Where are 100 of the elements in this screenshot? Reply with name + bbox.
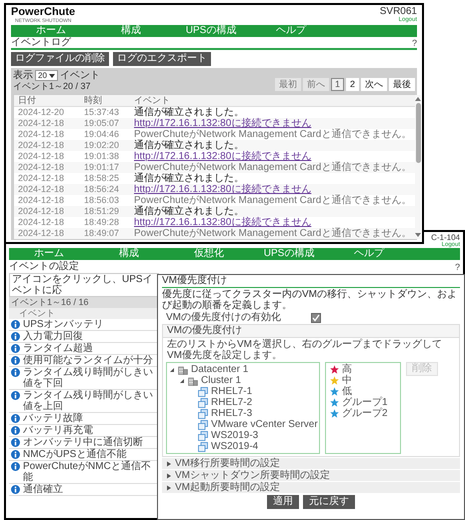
date-cell-text: 2024-12-18 xyxy=(17,217,66,228)
tree-item[interactable]: RHEL7-3 xyxy=(211,408,252,419)
caret-icon[interactable] xyxy=(166,484,172,490)
nav-item[interactable]: ホーム xyxy=(11,25,91,37)
event-label: ランタイム超過 xyxy=(23,343,93,354)
caret-icon[interactable] xyxy=(179,378,185,384)
scroll-up-icon[interactable] xyxy=(415,97,422,101)
time-cell-text: 19:02:20 xyxy=(83,140,120,151)
event-label: 使用可能なランタイムが十分 xyxy=(23,355,153,366)
show-suffix: イベント xyxy=(60,70,100,81)
time-cell-text: 18:58:25 xyxy=(83,173,120,184)
tree-item[interactable]: WS2019-4 xyxy=(211,441,258,452)
instruction-text: アイコンをクリックし、UPSイベントに応 xyxy=(9,273,159,297)
toolbar-button[interactable]: ログファイルの削除 xyxy=(11,52,109,66)
tree-item[interactable]: Cluster 1 xyxy=(201,375,242,386)
nav-item[interactable]: 構成 xyxy=(89,248,169,260)
nav-item[interactable]: UPSの構成 xyxy=(171,25,251,37)
accordion-header[interactable]: VM起動所要時間の設定 xyxy=(162,482,460,493)
pagination-button[interactable]: 次へ xyxy=(361,78,387,91)
event-cell-text: 通信が確立されました。 xyxy=(133,173,244,184)
nav-item[interactable]: 仮想化 xyxy=(169,248,249,260)
pagination-button[interactable]: 1 xyxy=(330,78,344,91)
time-cell-text: 19:05:07 xyxy=(83,118,120,129)
group-item[interactable]: 高 xyxy=(342,364,352,375)
group-item[interactable]: 低 xyxy=(342,386,352,397)
scroll-down-icon[interactable] xyxy=(415,233,422,237)
event-cell[interactable]: http://172.16.1.132:80に接続できません xyxy=(130,184,416,195)
info-icon xyxy=(11,414,20,423)
action-button[interactable]: 元に戻す xyxy=(303,495,355,509)
tree-item[interactable]: RHEL7-1 xyxy=(211,386,252,397)
event-cell-text: PowerChuteがNetwork Management Cardと通信できません。 xyxy=(133,195,412,206)
date-cell-text: 2024-12-18 xyxy=(17,195,66,206)
column-header: イベント xyxy=(133,95,171,106)
event-cell-text: 通信が確立されました。 xyxy=(133,107,244,118)
event-cell-text: PowerChuteがNetwork Management Cardと通信できません。 xyxy=(133,162,412,173)
caret-icon[interactable] xyxy=(166,472,172,478)
window-title: VM優先度付け xyxy=(162,275,460,288)
event-cell[interactable]: http://172.16.1.132:80に接続できません xyxy=(130,118,416,129)
nav-item[interactable]: ホーム xyxy=(9,248,89,260)
nav-item[interactable]: ヘルプ xyxy=(329,248,409,260)
date-cell-text: 2024-12-18 xyxy=(17,206,66,217)
date-cell-text: 2024-12-18 xyxy=(17,140,66,151)
checkbox[interactable] xyxy=(311,312,321,322)
action-button[interactable]: 適用 xyxy=(267,495,299,509)
group-item[interactable]: グループ2 xyxy=(342,408,388,419)
info-icon xyxy=(11,391,20,400)
event-label: ランタイム残り時間がしきい値を上回 xyxy=(23,390,154,412)
host-name: SVR061 xyxy=(380,6,417,17)
info-icon xyxy=(11,485,20,494)
date-cell-text: 2024-12-20 xyxy=(17,107,66,118)
event-label: UPSオンバッテリ xyxy=(23,319,104,330)
event-label: NMCがUPSと通信不能 xyxy=(23,449,126,460)
group-item[interactable]: グループ1 xyxy=(342,397,388,408)
date-cell-text: 2024-12-18 xyxy=(17,118,66,129)
event-cell[interactable]: http://172.16.1.132:80に接続できません xyxy=(130,217,416,228)
tree-item[interactable]: Datacenter 1 xyxy=(191,364,248,375)
toolbar-button[interactable]: ログのエクスポート xyxy=(113,52,211,66)
tree-item[interactable]: VMware vCenter Server xyxy=(211,419,318,430)
column-header: イベント xyxy=(9,308,159,319)
time-cell-text: 19:01:17 xyxy=(83,162,120,173)
pagination-button[interactable]: 最後 xyxy=(389,78,415,91)
time-cell-text: 18:56:03 xyxy=(83,195,120,206)
column-header: 時刻 xyxy=(83,95,103,106)
date-cell-text: 2024-12-18 xyxy=(17,129,66,140)
nav-item[interactable]: ヘルプ xyxy=(251,25,331,37)
show-label: 表示 xyxy=(13,70,33,81)
nav-item[interactable]: 構成 xyxy=(91,25,171,37)
help-link[interactable]: ? xyxy=(412,38,417,48)
page-size-select[interactable]: 20 xyxy=(35,70,58,81)
event-label: PowerChuteがNMCと通信不能 xyxy=(23,461,152,483)
scrollbar[interactable] xyxy=(415,95,422,239)
tree-item[interactable]: RHEL7-2 xyxy=(211,397,252,408)
info-icon xyxy=(11,356,20,365)
page-title: イベントログ xyxy=(11,37,71,48)
accordion-header[interactable]: VMシャットダウン所要時間の設定 xyxy=(162,470,460,481)
building-icon xyxy=(178,364,188,374)
event-count: イベント1～20 / 37 xyxy=(13,81,92,92)
time-cell-text: 18:49:28 xyxy=(83,217,120,228)
info-icon xyxy=(11,332,20,341)
caret-icon xyxy=(48,74,55,78)
info-icon xyxy=(11,344,20,353)
caret-icon[interactable] xyxy=(169,366,175,372)
pagination-button[interactable]: 2 xyxy=(346,78,359,91)
time-cell-text: 19:01:38 xyxy=(83,151,120,162)
info-icon xyxy=(11,438,20,447)
event-label: オンバッテリ中に通信切断 xyxy=(23,437,143,448)
tree-item[interactable]: WS2019-3 xyxy=(211,430,258,441)
event-cell[interactable]: http://172.16.1.132:80に接続できません xyxy=(130,151,416,162)
time-cell-text: 18:56:24 xyxy=(83,184,120,195)
nav-item[interactable]: UPSの構成 xyxy=(249,248,329,260)
info-icon xyxy=(11,426,20,435)
column-header: 日付 xyxy=(17,95,37,106)
caret-icon[interactable] xyxy=(166,460,172,466)
info-icon xyxy=(11,450,20,459)
help-link[interactable]: ? xyxy=(454,262,460,272)
group-item[interactable]: 中 xyxy=(342,375,352,386)
accordion-header[interactable]: VM移行所要時間の設定 xyxy=(162,458,460,469)
description-text: 優先度に従ってクラスター内のVMの移行、シャットダウン、および起動の順番を定義します。 xyxy=(162,289,458,311)
event-cell-text: 通信が確立されました。 xyxy=(133,140,244,151)
panel-instruction: 左のリストからVMを選択し、右のグループまでドラッグしてVM優先度を設定します。 xyxy=(166,339,443,361)
